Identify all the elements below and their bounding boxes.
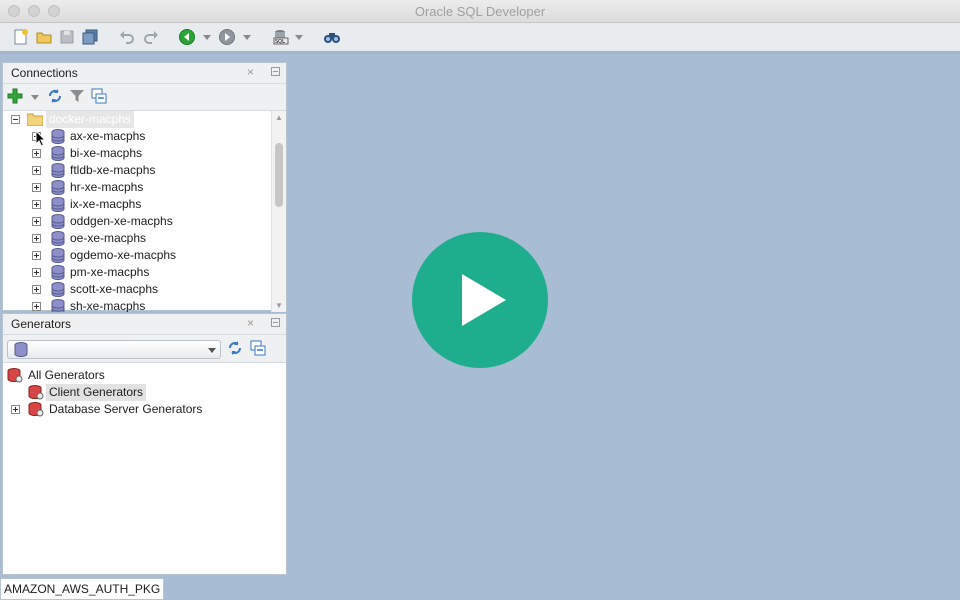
scrollbar-thumb[interactable] [275, 143, 283, 207]
database-icon [14, 342, 28, 360]
tree-item-label: Client Generators [46, 384, 147, 401]
tree-root-label: All Generators [28, 368, 105, 382]
tree-root-docker-macphs[interactable]: docker-macphs [3, 111, 273, 128]
connections-title: Connections [11, 66, 78, 80]
connection-label: oe-xe-macphs [70, 231, 147, 245]
connection-label: hr-xe-macphs [70, 180, 144, 194]
forward-icon [218, 28, 236, 46]
connection-item[interactable]: scott-xe-macphs [3, 281, 263, 298]
collapse-icon[interactable] [11, 115, 20, 124]
window-title: Oracle SQL Developer [414, 4, 546, 19]
expand-icon[interactable] [32, 302, 41, 311]
back-icon[interactable] [178, 28, 196, 46]
minimize-icon[interactable] [271, 318, 280, 327]
add-connection-icon[interactable] [7, 88, 23, 107]
generators-title: Generators [11, 317, 72, 331]
redo-icon [142, 28, 160, 46]
database-icon [51, 197, 65, 212]
connection-label: ix-xe-macphs [70, 197, 142, 211]
database-icon [51, 146, 65, 161]
save-icon [58, 28, 76, 46]
connection-item[interactable]: hr-xe-macphs [3, 179, 263, 196]
connection-label: ogdemo-xe-macphs [70, 248, 177, 262]
expand-icon[interactable] [32, 234, 41, 243]
connection-label: ftldb-xe-macphs [70, 163, 156, 177]
connections-toolbar [3, 84, 286, 111]
collapse-all-icon[interactable] [91, 88, 107, 107]
database-icon [51, 231, 65, 246]
back-dropdown-chevron-down-icon[interactable] [203, 35, 211, 40]
connection-select[interactable] [7, 340, 221, 359]
chevron-down-icon[interactable] [208, 348, 216, 353]
mouse-cursor-icon [35, 130, 47, 147]
connections-panel-header: Connections × [3, 63, 286, 84]
connections-panel: Connections × docker-macphs ax-xe-macphs… [2, 62, 287, 312]
expand-icon[interactable] [32, 166, 41, 175]
generator-icon [28, 402, 44, 422]
connection-label: oddgen-xe-macphs [70, 214, 173, 228]
close-icon[interactable]: × [247, 316, 254, 330]
minimize-icon[interactable] [271, 67, 280, 76]
open-icon[interactable] [35, 28, 53, 46]
database-icon [51, 129, 65, 144]
database-icon [51, 299, 65, 312]
connection-item[interactable]: ix-xe-macphs [3, 196, 263, 213]
scroll-down-icon[interactable]: ▼ [275, 301, 283, 310]
connection-item[interactable]: oddgen-xe-macphs [3, 213, 263, 230]
save-all-icon[interactable] [81, 28, 99, 46]
connection-label: bi-xe-macphs [70, 146, 143, 160]
database-icon [51, 282, 65, 297]
find-db-object-icon[interactable] [323, 28, 341, 46]
tree-item-client-generators[interactable]: Client Generators [3, 384, 273, 401]
database-icon [51, 163, 65, 178]
connection-label: sh-xe-macphs [70, 299, 146, 312]
generators-toolbar [3, 335, 286, 363]
connection-item[interactable]: oe-xe-macphs [3, 230, 263, 247]
connection-label: pm-xe-macphs [70, 265, 150, 279]
play-button[interactable] [412, 232, 548, 368]
scroll-up-icon[interactable]: ▲ [275, 113, 283, 122]
connection-item[interactable]: sh-xe-macphs [3, 298, 263, 312]
connections-scrollbar[interactable]: ▲ ▼ [271, 111, 286, 312]
filter-icon[interactable] [69, 88, 85, 107]
expand-icon[interactable] [32, 200, 41, 209]
collapse-all-icon[interactable] [250, 340, 266, 359]
refresh-icon[interactable] [227, 340, 243, 359]
connection-label: ax-xe-macphs [70, 129, 146, 143]
connection-item[interactable]: ogdemo-xe-macphs [3, 247, 263, 264]
database-icon [51, 265, 65, 280]
generators-panel-header: Generators × [3, 314, 286, 335]
sql-dropdown-chevron-down-icon[interactable] [295, 35, 303, 40]
expand-icon[interactable] [32, 149, 41, 158]
tree-item-label: Database Server Generators [49, 402, 203, 416]
connection-item[interactable]: pm-xe-macphs [3, 264, 263, 281]
database-icon [51, 248, 65, 263]
status-bar-text: AMAZON_AWS_AUTH_PKG [0, 578, 165, 600]
close-icon[interactable]: × [247, 65, 254, 79]
expand-icon[interactable] [32, 251, 41, 260]
database-icon [51, 180, 65, 195]
title-bar: Oracle SQL Developer [0, 0, 960, 23]
generators-tree: All Generators Client Generators Databas… [3, 367, 286, 567]
svg-text:SQL: SQL [275, 39, 285, 45]
database-icon [51, 214, 65, 229]
expand-icon[interactable] [32, 183, 41, 192]
connection-label: scott-xe-macphs [70, 282, 159, 296]
connection-item[interactable]: ftldb-xe-macphs [3, 162, 263, 179]
expand-icon[interactable] [32, 285, 41, 294]
forward-dropdown-chevron-down-icon[interactable] [243, 35, 251, 40]
add-connection-chevron-down-icon[interactable] [31, 95, 39, 100]
expand-icon[interactable] [32, 217, 41, 226]
refresh-icon[interactable] [47, 88, 63, 107]
new-icon[interactable] [12, 28, 30, 46]
main-toolbar: SQL [0, 23, 960, 54]
tree-root-label: docker-macphs [46, 111, 135, 128]
undo-icon [118, 28, 136, 46]
play-icon [462, 274, 506, 326]
expand-icon[interactable] [32, 268, 41, 277]
tree-item-database-server-generators[interactable]: Database Server Generators [3, 401, 273, 418]
sql-worksheet-icon[interactable]: SQL [272, 28, 290, 46]
expand-icon[interactable] [11, 405, 20, 414]
generators-panel: Generators × All Generators Client Gener… [2, 313, 287, 575]
